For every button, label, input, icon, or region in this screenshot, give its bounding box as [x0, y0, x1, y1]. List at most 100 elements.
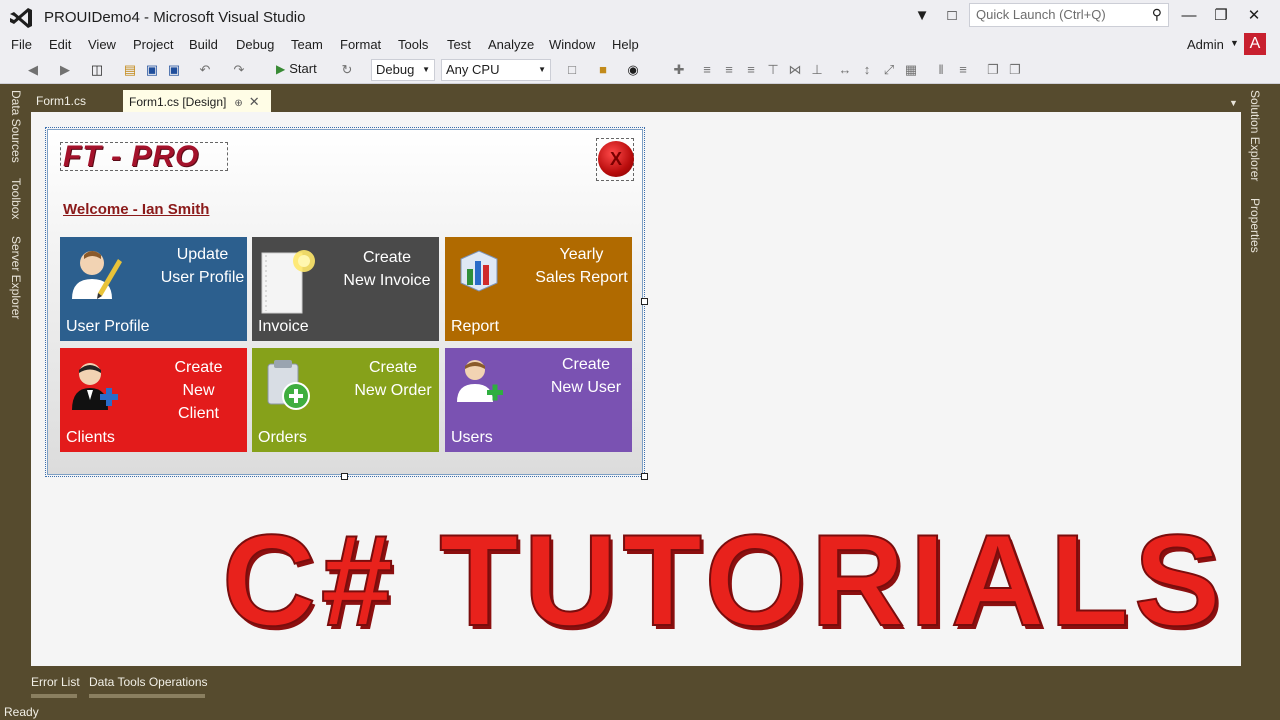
minimize-button[interactable]: — [1176, 4, 1202, 28]
document-tab-bar: Form1.cs Form1.cs [Design] ⊕ ✕ [30, 88, 1242, 112]
tile-orders[interactable]: Create New Order Orders [252, 348, 439, 452]
tile-users-caption: Create New User [545, 353, 627, 399]
data-tools-operations-tab[interactable]: Data Tools Operations [89, 675, 208, 689]
solution-explorer-tab[interactable]: Solution Explorer [1248, 90, 1262, 181]
redo-icon[interactable]: ↷ [230, 61, 248, 79]
menu-file[interactable]: File [11, 37, 32, 52]
tile-report-caption: Yearly Sales Report [533, 243, 630, 289]
menu-format[interactable]: Format [340, 37, 381, 52]
tab-form1-design[interactable]: Form1.cs [Design] ⊕ ✕ [123, 90, 271, 112]
tile-users[interactable]: Create New User Users [445, 348, 632, 452]
bring-to-front-icon[interactable]: ❐ [984, 61, 1002, 79]
open-file-icon[interactable]: ▤ [121, 61, 139, 79]
menu-build[interactable]: Build [189, 37, 218, 52]
user-add-icon [457, 360, 503, 402]
menu-edit[interactable]: Edit [49, 37, 71, 52]
align-middles-icon[interactable]: ⋈ [786, 61, 804, 79]
chevron-down-icon[interactable]: ▼ [1230, 38, 1239, 48]
undo-icon[interactable]: ↶ [196, 61, 214, 79]
form-close-button[interactable]: X [596, 138, 634, 181]
menu-analyze[interactable]: Analyze [488, 37, 534, 52]
menu-help[interactable]: Help [612, 37, 639, 52]
make-same-height-icon[interactable]: ↕ [858, 61, 876, 79]
tile-invoice-caption: Create New Invoice [340, 246, 434, 292]
platform-value: Any CPU [446, 62, 500, 77]
navigate-forward-icon[interactable]: ▶ [56, 61, 74, 79]
tile-user-profile-caption: Update User Profile [160, 243, 245, 289]
avatar[interactable]: A [1244, 33, 1266, 55]
menu-team[interactable]: Team [291, 37, 323, 52]
menu-tools[interactable]: Tools [398, 37, 428, 52]
new-project-icon[interactable]: ◫ [88, 61, 106, 79]
vertical-spacing-icon[interactable]: ≡ [954, 61, 972, 79]
restore-button[interactable]: ❐ [1208, 4, 1234, 28]
user-account[interactable]: Admin [1187, 37, 1224, 52]
bookmark-icon[interactable]: □ [563, 61, 581, 79]
tutorial-overlay-title: C# TUTORIALS [221, 507, 1226, 653]
tile-clients[interactable]: Create New Client Clients [60, 348, 247, 452]
search-icon[interactable]: ⚲ [1152, 6, 1162, 23]
menu-debug[interactable]: Debug [236, 37, 274, 52]
find-in-files-icon[interactable]: ■ [594, 61, 612, 79]
configuration-select[interactable]: Debug ▼ [371, 59, 435, 81]
save-all-icon[interactable]: ▣ [165, 61, 183, 79]
status-text: Ready [4, 705, 39, 719]
welcome-label: Welcome - Ian Smith [63, 201, 210, 218]
tile-invoice[interactable]: Create New Invoice Invoice [252, 237, 439, 341]
start-label: Start [289, 61, 317, 76]
menu-project[interactable]: Project [133, 37, 173, 52]
align-lefts-icon[interactable]: ≡ [698, 61, 716, 79]
tile-report[interactable]: Yearly Sales Report Report [445, 237, 632, 341]
tile-caption-line1: Create [368, 359, 418, 376]
tab-overflow-chevron-icon[interactable]: ▼ [1229, 98, 1238, 108]
menu-window[interactable]: Window [549, 37, 595, 52]
tile-user-profile[interactable]: Update User Profile User Profile [60, 237, 247, 341]
tile-caption-line2: User Profile [160, 269, 245, 286]
tab-indicator [31, 694, 77, 698]
menu-view[interactable]: View [88, 37, 116, 52]
feedback-icon[interactable]: □ [942, 6, 962, 26]
platform-select[interactable]: Any CPU ▼ [441, 59, 551, 81]
tile-clients-name: Clients [66, 429, 115, 446]
menu-test[interactable]: Test [447, 37, 471, 52]
align-grid-icon[interactable]: ✚ [670, 61, 688, 79]
align-centers-icon[interactable]: ≡ [720, 61, 738, 79]
browser-link-icon[interactable]: ◉ [624, 61, 642, 79]
server-explorer-tab[interactable]: Server Explorer [9, 236, 23, 319]
save-icon[interactable]: ▣ [143, 61, 161, 79]
tile-caption-line2: New Client [178, 382, 219, 422]
pin-icon[interactable]: ⊕ [234, 98, 242, 109]
resize-handle-bottom[interactable] [341, 473, 348, 480]
close-icon[interactable]: ✕ [249, 94, 260, 109]
app-logo: FT - PRO [60, 142, 228, 172]
navigate-back-icon[interactable]: ◀ [24, 61, 42, 79]
size-to-grid-icon[interactable]: ▦ [902, 61, 920, 79]
make-same-width-icon[interactable]: ↔ [836, 61, 854, 79]
properties-tab[interactable]: Properties [1248, 198, 1262, 253]
align-bottoms-icon[interactable]: ⊥ [808, 61, 826, 79]
data-sources-tab[interactable]: Data Sources [9, 90, 23, 163]
start-debugging-button[interactable]: ▶ Start [276, 61, 317, 76]
resize-handle-bottom-right[interactable] [641, 473, 648, 480]
bottom-tool-tabs: Error List Data Tools Operations [0, 670, 1280, 700]
configuration-value: Debug [376, 62, 415, 77]
tab-form1-code[interactable]: Form1.cs [30, 90, 92, 112]
align-tops-icon[interactable]: ⊤ [764, 61, 782, 79]
notification-filter-icon[interactable]: ▼ [912, 6, 932, 26]
tile-users-name: Users [451, 429, 493, 446]
tile-report-name: Report [451, 318, 500, 335]
order-add-icon [267, 360, 310, 410]
close-window-button[interactable]: ✕ [1241, 4, 1267, 28]
chevron-down-icon: ▼ [538, 65, 546, 74]
align-rights-icon[interactable]: ≡ [742, 61, 760, 79]
invoice-icon [261, 250, 315, 314]
horizontal-spacing-icon[interactable]: ‖ [932, 61, 950, 79]
quick-launch-input[interactable]: Quick Launch (Ctrl+Q) ⚲ [969, 3, 1169, 27]
resize-handle-right[interactable] [641, 298, 648, 305]
send-to-back-icon[interactable]: ❐ [1006, 61, 1024, 79]
toolbox-tab[interactable]: Toolbox [9, 178, 23, 219]
make-same-size-icon[interactable]: ⤢ [880, 61, 898, 79]
refresh-icon[interactable]: ↻ [338, 61, 356, 79]
tile-caption-line1: Yearly [559, 246, 604, 263]
error-list-tab[interactable]: Error List [31, 675, 80, 689]
